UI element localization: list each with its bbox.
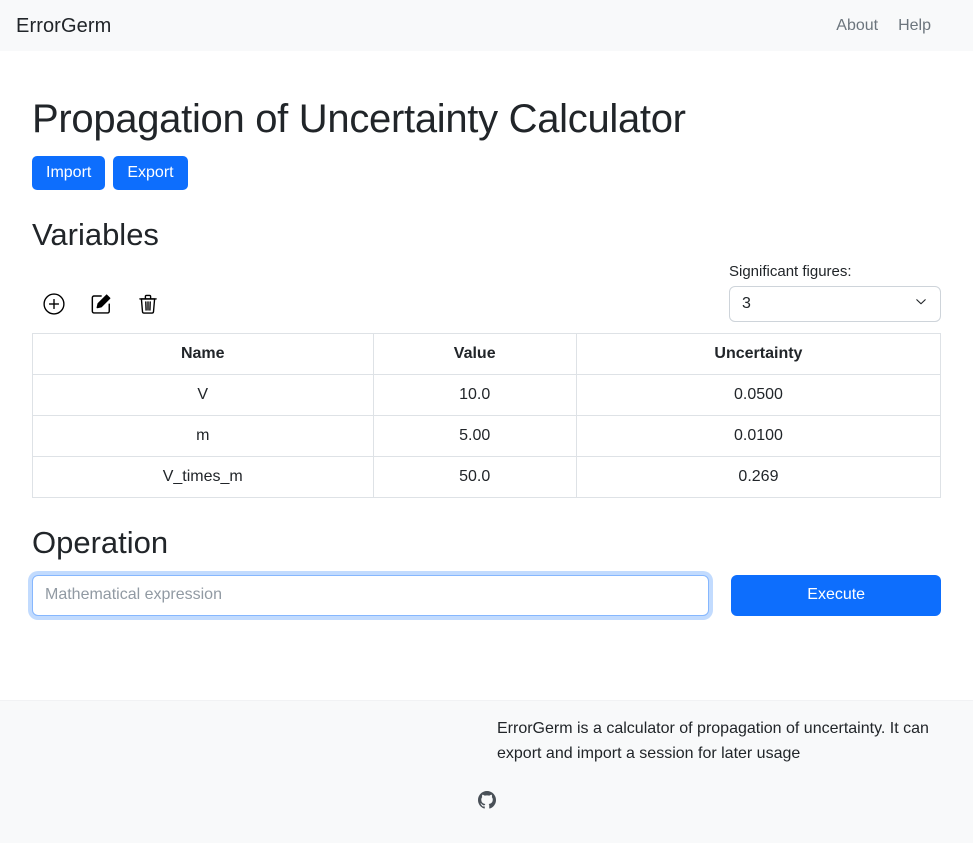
cell-value: 50.0 xyxy=(372,456,577,499)
export-button[interactable]: Export xyxy=(113,156,188,191)
cell-value: 10.0 xyxy=(372,374,577,417)
significant-figures-label: Significant figures: xyxy=(729,263,852,281)
cell-name: m xyxy=(32,415,374,458)
nav-link-about[interactable]: About xyxy=(836,17,878,35)
github-icon xyxy=(477,790,496,814)
plus-circle-icon xyxy=(43,293,65,315)
edit-variable-button[interactable] xyxy=(89,292,113,316)
trash-icon xyxy=(137,293,159,315)
pencil-square-icon xyxy=(90,293,112,315)
table-row[interactable]: V_times_m 50.0 0.269 xyxy=(32,456,942,499)
footer-description: ErrorGerm is a calculator of propagation… xyxy=(497,720,929,762)
delete-variable-button[interactable] xyxy=(136,292,160,316)
variables-toolbar: Significant figures: 3 xyxy=(32,263,941,323)
column-header-uncertainty: Uncertainty xyxy=(575,333,942,376)
table-row[interactable]: m 5.00 0.0100 xyxy=(32,415,942,458)
significant-figures-value: 3 xyxy=(742,295,751,313)
cell-uncertainty: 0.0500 xyxy=(575,374,942,417)
expression-field-wrapper xyxy=(32,574,710,616)
cell-uncertainty: 0.269 xyxy=(575,456,942,499)
significant-figures-select[interactable]: 3 xyxy=(729,286,941,323)
column-header-name: Name xyxy=(32,333,374,376)
execute-button[interactable]: Execute xyxy=(731,574,941,616)
nav-link-help[interactable]: Help xyxy=(898,17,931,35)
add-variable-button[interactable] xyxy=(42,292,66,316)
variables-table: Name Value Uncertainty V 10.0 0.0500 m 5… xyxy=(32,333,942,499)
operation-row: Execute xyxy=(32,574,941,616)
navbar-brand[interactable]: ErrorGerm xyxy=(16,16,111,36)
table-row[interactable]: V 10.0 0.0500 xyxy=(32,374,942,417)
cell-name: V_times_m xyxy=(32,456,374,499)
expression-input[interactable] xyxy=(32,574,710,616)
chevron-down-icon xyxy=(914,295,928,314)
footer: ErrorGerm is a calculator of propagation… xyxy=(0,700,973,843)
navbar-links: About Help xyxy=(836,17,957,35)
variables-heading: Variables xyxy=(32,217,159,253)
main-content: Propagation of Uncertainty Calculator Im… xyxy=(0,95,973,616)
significant-figures-control: Significant figures: 3 xyxy=(729,263,941,323)
import-button[interactable]: Import xyxy=(32,156,106,191)
github-link[interactable] xyxy=(477,790,496,814)
table-header-row: Name Value Uncertainty xyxy=(32,333,942,376)
page-title: Propagation of Uncertainty Calculator xyxy=(32,97,686,141)
footer-text-wrapper: ErrorGerm is a calculator of propagation… xyxy=(0,701,973,767)
import-export-button-group: Import Export xyxy=(32,156,941,191)
operation-heading: Operation xyxy=(32,525,169,561)
cell-uncertainty: 0.0100 xyxy=(575,415,942,458)
cell-value: 5.00 xyxy=(372,415,577,458)
navbar: ErrorGerm About Help xyxy=(0,0,973,51)
variables-action-icons xyxy=(32,292,160,322)
cell-name: V xyxy=(32,374,374,417)
footer-icon-row xyxy=(0,790,973,814)
column-header-value: Value xyxy=(372,333,577,376)
